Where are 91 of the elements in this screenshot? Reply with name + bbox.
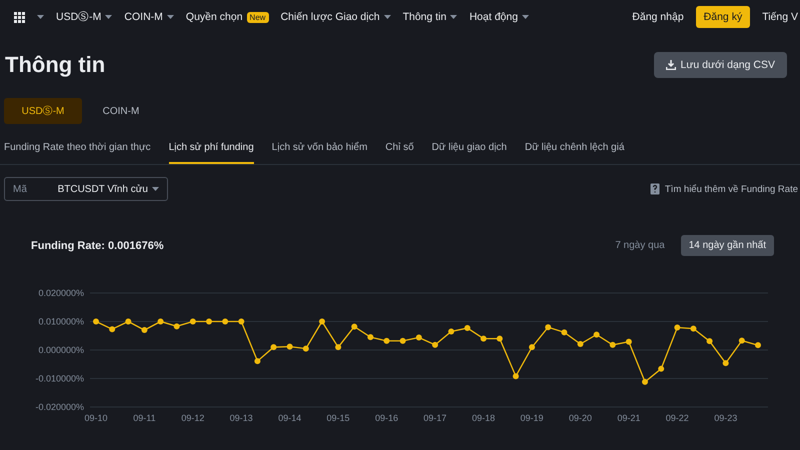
data-point <box>351 324 358 330</box>
data-point <box>384 338 390 344</box>
x-axis-label: 09-20 <box>568 413 592 423</box>
data-point <box>706 338 713 344</box>
x-axis-label: 09-17 <box>424 413 447 423</box>
learn-more-link[interactable]: Tìm hiểu thêm về Funding Rate <box>650 183 798 195</box>
nav-menu-item[interactable]: Thông tin <box>402 11 458 23</box>
data-point <box>254 358 260 364</box>
data-point <box>528 344 535 350</box>
data-point <box>125 318 132 324</box>
section-tab[interactable]: Dữ liệu chênh lệch giá <box>524 142 624 164</box>
x-axis-label: 09-12 <box>181 413 204 423</box>
data-point <box>610 342 616 348</box>
data-point <box>577 341 584 348</box>
y-axis-label: 0.010000% <box>38 316 84 326</box>
data-point <box>642 378 648 385</box>
section-tab[interactable]: Chỉ số <box>385 142 414 164</box>
data-point <box>238 318 244 324</box>
data-point <box>270 344 277 350</box>
data-point <box>448 328 454 334</box>
x-axis-label: 09-13 <box>230 413 253 423</box>
data-point <box>158 318 164 324</box>
data-point <box>190 318 196 324</box>
data-point <box>286 344 293 350</box>
x-axis-label: 09-18 <box>472 413 496 423</box>
data-point <box>594 332 600 338</box>
caret-icon <box>37 15 44 19</box>
section-tab[interactable]: Dữ liệu giao dịch <box>432 142 507 164</box>
data-point <box>545 324 552 330</box>
language-menu[interactable]: Tiếng V <box>762 11 798 23</box>
range-toggle[interactable]: 14 ngày gần nhất <box>680 235 774 256</box>
data-point <box>174 323 180 330</box>
nav-menu-item[interactable]: Hoạt động <box>469 11 529 23</box>
data-point <box>416 334 422 340</box>
x-axis-label: 09-15 <box>326 413 350 423</box>
x-axis-label: 09-22 <box>666 413 689 423</box>
new-badge: New <box>246 12 269 22</box>
x-axis-label: 09-23 <box>714 413 738 423</box>
data-point <box>480 336 486 342</box>
data-point <box>109 326 116 332</box>
caret-icon <box>152 187 159 191</box>
data-point <box>335 344 342 350</box>
data-point <box>319 318 326 324</box>
nav-menu-item[interactable]: COIN-M <box>124 11 174 23</box>
nav-menu-item[interactable]: Quyền chọn New <box>186 11 269 23</box>
data-point <box>496 336 503 342</box>
section-tab[interactable]: Lịch sử vốn bảo hiểm <box>272 142 368 164</box>
x-axis-label: 09-21 <box>617 413 640 423</box>
nav-menu-item[interactable]: USDⓈ-M <box>56 10 112 24</box>
export-csv-button[interactable]: Lưu dưới dạng CSV <box>654 52 787 78</box>
app-grid-icon[interactable] <box>14 12 25 22</box>
download-icon <box>666 60 676 70</box>
market-tab[interactable]: COIN-M <box>82 98 160 124</box>
y-axis-label: -0.010000% <box>35 374 84 384</box>
data-point <box>755 342 761 348</box>
help-book-icon <box>650 183 660 195</box>
data-point <box>512 373 519 380</box>
register-button[interactable]: Đăng ký <box>696 6 750 28</box>
y-axis-label: 0.020000% <box>38 288 84 298</box>
data-point <box>626 338 632 345</box>
data-point <box>206 318 212 324</box>
section-tab[interactable]: Funding Rate theo thời gian thực <box>4 142 151 164</box>
data-point <box>93 318 99 324</box>
data-point <box>141 327 148 334</box>
chart-title: Funding Rate: 0.001676% <box>31 240 164 252</box>
y-axis-label: 0.000000% <box>38 345 84 355</box>
data-point <box>464 325 470 332</box>
data-point <box>561 329 568 336</box>
data-point <box>658 366 664 372</box>
y-axis-label: -0.020000% <box>35 402 84 412</box>
data-point <box>722 360 729 366</box>
data-point <box>302 346 309 352</box>
data-point <box>400 338 406 344</box>
data-point <box>432 342 438 348</box>
market-tab[interactable]: USDⓈ-M <box>4 98 82 124</box>
data-point <box>690 326 696 332</box>
page-title: Thông tin <box>5 52 106 78</box>
nav-menu-item[interactable]: Chiến lược Giao dịch <box>280 11 391 23</box>
section-tab[interactable]: Lịch sử phí funding <box>168 142 254 164</box>
data-point <box>738 338 745 344</box>
data-point <box>368 334 374 340</box>
x-axis-label: 09-14 <box>278 413 302 423</box>
login-link[interactable]: Đăng nhập <box>632 11 684 23</box>
range-toggle[interactable]: 7 ngày qua <box>607 235 673 256</box>
symbol-select[interactable]: Mã BTCUSDT Vĩnh cửu <box>4 177 168 201</box>
data-point <box>674 324 680 330</box>
x-axis-label: 09-11 <box>133 413 156 423</box>
data-point <box>222 318 228 324</box>
x-axis-label: 09-10 <box>84 413 108 423</box>
x-axis-label: 09-16 <box>375 413 398 423</box>
x-axis-label: 09-19 <box>520 413 544 423</box>
